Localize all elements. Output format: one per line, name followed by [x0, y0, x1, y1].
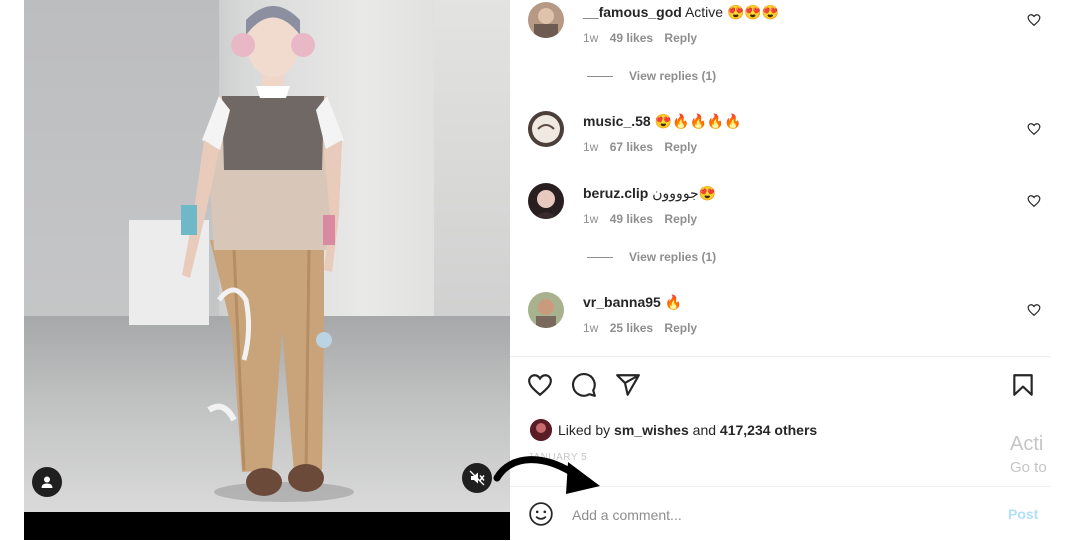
comment-input[interactable] [570, 502, 954, 528]
comment-meta: 1w 49 likes Reply [583, 212, 705, 226]
comment-likes[interactable]: 49 likes [610, 31, 653, 45]
view-replies-label: View replies (1) [629, 69, 717, 83]
reply-button[interactable]: Reply [664, 140, 697, 154]
comment-meta: 1w 49 likes Reply [583, 31, 705, 45]
comment-like-heart-icon[interactable] [1027, 303, 1041, 317]
avatar-image [528, 2, 564, 38]
comment-like-heart-icon[interactable] [1027, 13, 1041, 27]
liked-by-user[interactable]: sm_wishes [614, 422, 689, 438]
video-model-figure [181, 6, 354, 502]
view-replies-button[interactable]: View replies (1) [587, 250, 716, 264]
post-button[interactable]: Post [1008, 506, 1038, 522]
comment-username[interactable]: __famous_god [583, 4, 682, 20]
comment-age[interactable]: 1w [583, 140, 598, 154]
liked-by-avatar-image [530, 419, 552, 441]
liked-by-and: and [692, 422, 717, 438]
avatar [530, 419, 552, 441]
mute-button[interactable] [462, 463, 492, 493]
comment-item: vr_banna95 🔥 1w 25 likes Reply [528, 292, 1048, 352]
comment-emoji: 🔥 [664, 294, 683, 310]
avatar[interactable] [528, 292, 564, 328]
windows-activation-watermark: Acti Go to [1010, 431, 1047, 479]
liked-by-summary[interactable]: Liked by sm_wishes and 417,234 others [530, 418, 817, 442]
comment-username[interactable]: beruz.clip [583, 185, 648, 201]
liked-by-others[interactable]: 417,234 others [720, 422, 817, 438]
comment-username[interactable]: music_.58 [583, 113, 651, 129]
comment-body: جوووون [652, 185, 699, 201]
tagged-users-button[interactable] [32, 467, 62, 497]
view-replies-button[interactable]: View replies (1) [587, 69, 716, 83]
avatar-image [528, 111, 564, 147]
comment-likes[interactable]: 49 likes [610, 212, 653, 226]
avatar[interactable] [528, 111, 564, 147]
watermark-line2: Go to [1010, 459, 1047, 476]
comment-username[interactable]: vr_banna95 [583, 294, 661, 310]
avatar-image [528, 183, 564, 219]
heart-icon[interactable] [527, 372, 553, 398]
liked-by-prefix: Liked by [558, 422, 611, 438]
post-date: JANUARY 5 [528, 452, 588, 463]
comment-text: vr_banna95 🔥 [583, 292, 682, 312]
comment-item: __famous_god Active 😍😍😍 1w 49 likes Repl… [528, 2, 1048, 62]
comment-age[interactable]: 1w [583, 212, 598, 226]
comment-body: Active [684, 4, 724, 20]
post-side-panel: __famous_god Active 😍😍😍 1w 49 likes Repl… [510, 0, 1051, 540]
comment-text: beruz.clip جوووون😍 [583, 183, 716, 203]
comment-age[interactable]: 1w [583, 31, 598, 45]
emoji-icon[interactable] [528, 501, 554, 527]
user-icon [41, 476, 53, 488]
comment-text: __famous_god Active 😍😍😍 [583, 2, 779, 22]
watermark-line1: Acti [1010, 433, 1044, 455]
reply-button[interactable]: Reply [664, 212, 697, 226]
avatar[interactable] [528, 183, 564, 219]
comment-item: beruz.clip جوووون😍 1w 49 likes Reply [528, 183, 1048, 243]
comment-likes[interactable]: 25 likes [610, 321, 653, 335]
comment-like-heart-icon[interactable] [1027, 194, 1041, 208]
bookmark-icon[interactable] [1010, 372, 1036, 398]
view-replies-dash [587, 76, 613, 78]
reply-button[interactable]: Reply [664, 31, 697, 45]
comment-emoji: 😍😍😍 [726, 4, 780, 20]
share-icon[interactable] [615, 372, 641, 398]
post-action-bar [527, 372, 1037, 400]
mute-icon [469, 470, 485, 486]
avatar-image [528, 292, 564, 328]
reply-button[interactable]: Reply [664, 321, 697, 335]
comment-icon[interactable] [571, 372, 597, 398]
comment-emoji: 😍 [698, 185, 717, 201]
comment-emoji: 😍🔥🔥🔥🔥 [654, 113, 742, 129]
avatar[interactable] [528, 2, 564, 38]
comment-likes[interactable]: 67 likes [610, 140, 653, 154]
comment-text: music_.58 😍🔥🔥🔥🔥 [583, 111, 742, 131]
comment-age[interactable]: 1w [583, 321, 598, 335]
add-comment-bar: Post [510, 486, 1051, 541]
comment-meta: 1w 67 likes Reply [583, 140, 705, 154]
video-player[interactable] [24, 0, 510, 512]
view-replies-label: View replies (1) [629, 250, 717, 264]
video-letterbox [24, 512, 510, 540]
comment-meta: 1w 25 likes Reply [583, 321, 705, 335]
view-replies-dash [587, 257, 613, 259]
comment-item: music_.58 😍🔥🔥🔥🔥 1w 67 likes Reply [528, 111, 1048, 171]
divider [510, 356, 1051, 357]
comment-like-heart-icon[interactable] [1027, 122, 1041, 136]
